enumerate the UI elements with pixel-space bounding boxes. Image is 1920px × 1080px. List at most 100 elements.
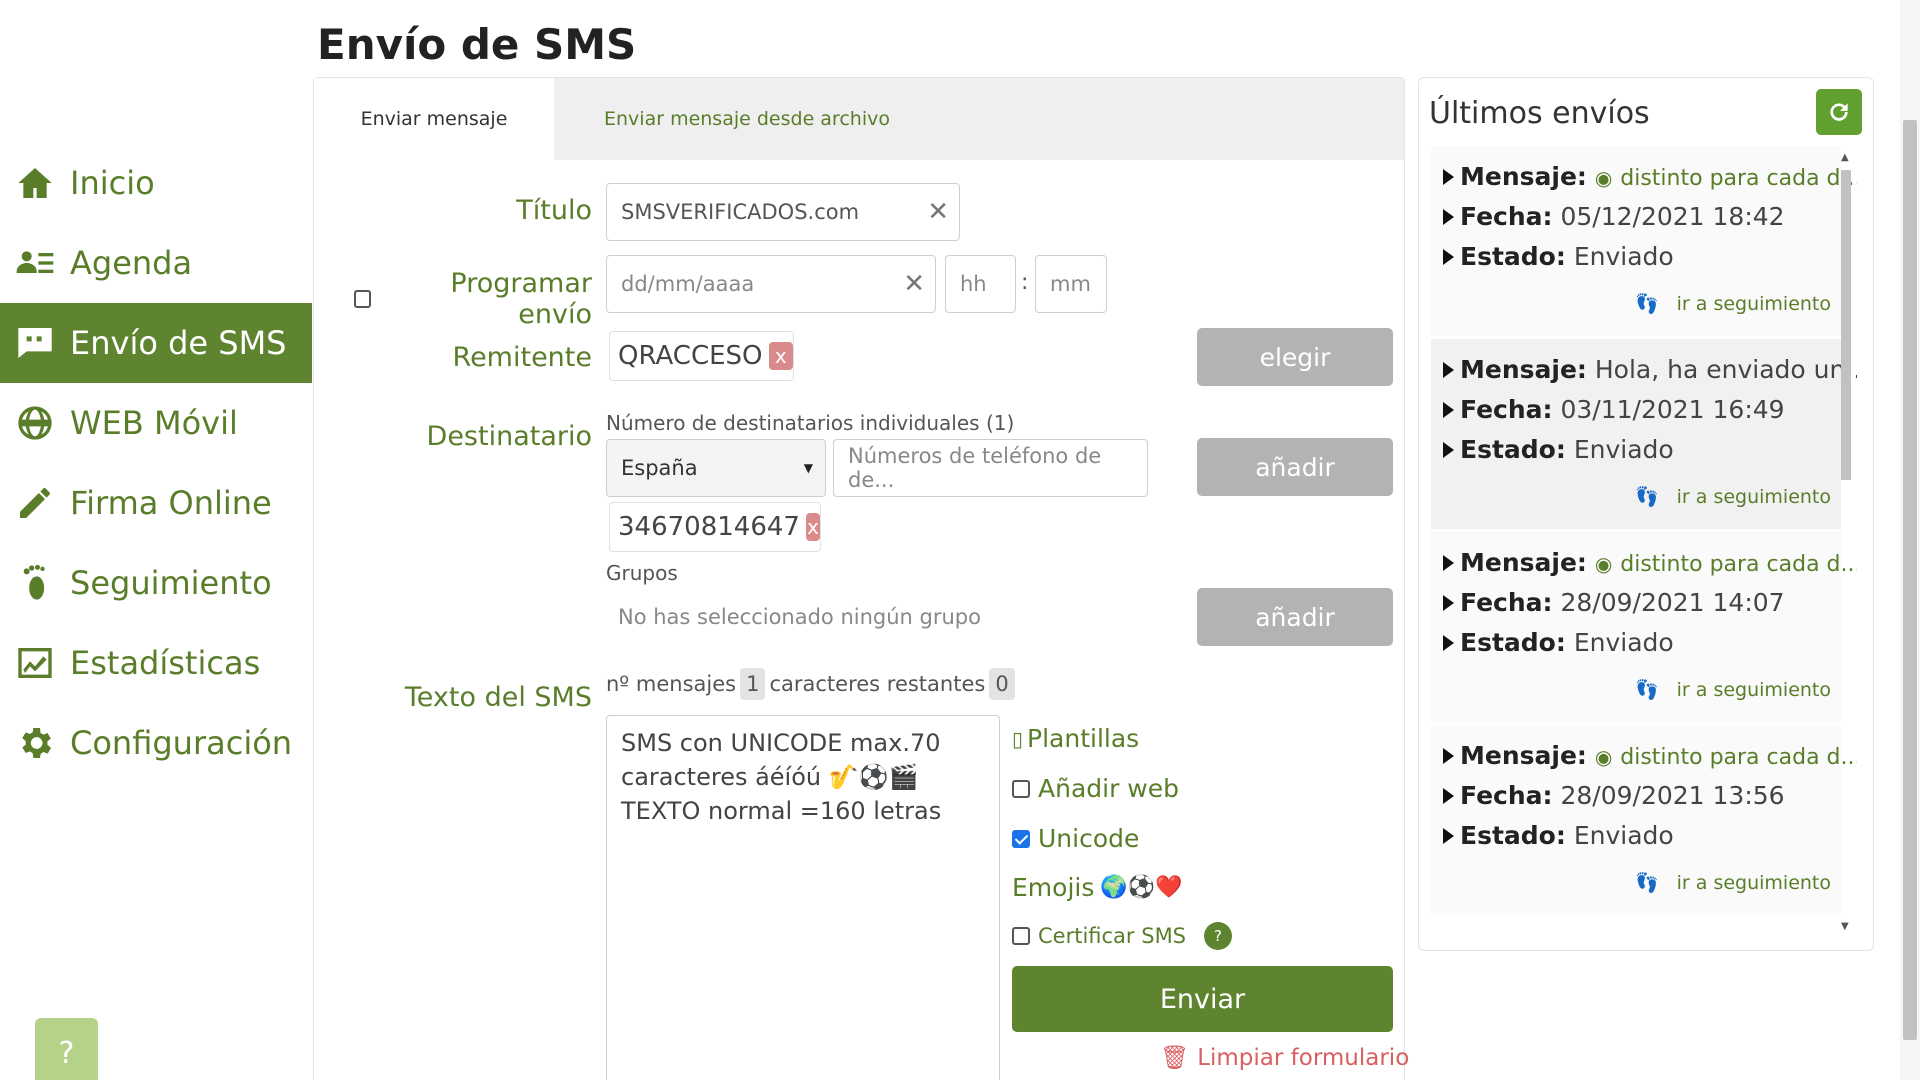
- scroll-thumb[interactable]: [1841, 170, 1851, 480]
- tab-enviar-mensaje[interactable]: Enviar mensaje: [314, 78, 554, 160]
- time-separator: :: [1021, 270, 1029, 295]
- sms-counters: nº mensajes 1 caracteres restantes 0: [606, 668, 1019, 700]
- sender-value: QRACCESO: [618, 341, 763, 371]
- emojis-label: Emojis: [1012, 873, 1095, 902]
- scroll-up-icon[interactable]: ▲: [1841, 152, 1849, 163]
- eye-icon[interactable]: ◉: [1595, 745, 1612, 769]
- send-button[interactable]: Enviar: [1012, 966, 1393, 1032]
- sender-chip: QRACCESO x: [609, 331, 794, 381]
- list-scrollbar[interactable]: ▲ ▼: [1839, 152, 1853, 932]
- add-web-checkbox[interactable]: [1012, 779, 1030, 798]
- phone-input[interactable]: Números de teléfono de de...: [833, 439, 1148, 497]
- footprint-icon: 👣: [1634, 872, 1659, 894]
- recipient-label: Destinatario: [426, 421, 592, 452]
- emojis-preview: 🌍⚽❤️: [1100, 875, 1183, 900]
- globe-icon: [14, 402, 56, 444]
- chevron-down-icon: ▼: [803, 461, 813, 475]
- recipient-chip: 34670814647 x: [609, 502, 821, 552]
- sidebar-item-agenda[interactable]: Agenda: [0, 223, 312, 303]
- clear-icon[interactable]: ✕: [927, 197, 949, 227]
- certify-label: Certificar SMS: [1038, 924, 1187, 948]
- pencil-icon: [14, 482, 56, 524]
- sender-label: Remitente: [452, 342, 592, 373]
- tracking-link[interactable]: 👣 ir a seguimiento: [1634, 292, 1831, 316]
- unicode-checkbox[interactable]: [1012, 829, 1030, 848]
- sidebar-item-firma-online[interactable]: Firma Online: [0, 463, 312, 543]
- groups-empty-text: No has seleccionado ningún grupo: [618, 605, 981, 629]
- date-placeholder: dd/mm/aaaa: [621, 272, 755, 296]
- certify-checkbox[interactable]: [1012, 927, 1030, 945]
- groups-label: Grupos: [606, 561, 678, 585]
- title-value: SMSVERIFICADOS.com: [621, 200, 860, 224]
- sidebar-item-envio-sms[interactable]: Envío de SMS: [0, 303, 312, 383]
- sms-text-label: Texto del SMS: [404, 682, 592, 713]
- country-value: España: [621, 456, 698, 480]
- sidebar-item-label: Firma Online: [70, 484, 272, 522]
- tracking-link[interactable]: 👣 ir a seguimiento: [1634, 871, 1831, 895]
- page-title: Envío de SMS: [317, 20, 637, 69]
- minute-input[interactable]: mm: [1035, 255, 1107, 313]
- sidebar-item-inicio[interactable]: Inicio: [0, 143, 312, 223]
- page-scroll-thumb[interactable]: [1903, 120, 1917, 1040]
- certify-option[interactable]: Certificar SMS ?: [1012, 922, 1233, 950]
- sidebar-item-seguimiento[interactable]: Seguimiento: [0, 543, 312, 623]
- sms-line: caracteres áéíóú 🎷⚽🎬: [621, 763, 919, 791]
- footprint-icon: 👣: [1634, 293, 1659, 315]
- phone-placeholder: Números de teléfono de de...: [848, 444, 1102, 492]
- sms-line: SMS con UNICODE max.70: [621, 729, 941, 757]
- sidebar-item-web-movil[interactable]: WEB Móvil: [0, 383, 312, 463]
- sidebar-item-label: Seguimiento: [70, 564, 272, 602]
- templates-link[interactable]: ▯ Plantillas: [1012, 724, 1139, 753]
- remaining-count: 0: [989, 668, 1015, 700]
- help-button[interactable]: ?: [35, 1018, 98, 1080]
- eye-icon[interactable]: ◉: [1595, 552, 1612, 576]
- gear-icon: [14, 722, 56, 764]
- page-scrollbar[interactable]: [1900, 0, 1920, 1080]
- title-label: Título: [516, 195, 592, 226]
- scroll-down-icon[interactable]: ▼: [1841, 921, 1849, 932]
- clear-form-label: Limpiar formulario: [1197, 1044, 1410, 1071]
- unicode-option[interactable]: Unicode: [1012, 824, 1139, 853]
- sidebar-item-label: Estadísticas: [70, 644, 261, 682]
- list-item: Mensaje: ◉ distinto para cada d... Fecha…: [1431, 532, 1857, 722]
- hour-input[interactable]: hh: [945, 255, 1016, 313]
- sidebar-item-label: Inicio: [70, 164, 155, 202]
- trash-icon: 🗑: [1160, 1045, 1190, 1071]
- recipient-value: 34670814647: [618, 512, 800, 542]
- refresh-icon: [1830, 103, 1848, 121]
- unicode-label: Unicode: [1038, 824, 1140, 853]
- recent-sends-list[interactable]: Mensaje: ◉ distinto para cada d... Fecha…: [1431, 146, 1857, 934]
- eye-icon[interactable]: ◉: [1595, 166, 1612, 190]
- clear-icon[interactable]: ✕: [903, 269, 925, 299]
- minute-placeholder: mm: [1050, 272, 1091, 296]
- add-web-option[interactable]: Añadir web: [1012, 774, 1179, 803]
- sidebar-item-label: WEB Móvil: [70, 404, 238, 442]
- clear-form-link[interactable]: 🗑 Limpiar formulario: [1160, 1044, 1410, 1072]
- add-recipient-button[interactable]: añadir: [1197, 438, 1393, 496]
- tracking-link[interactable]: 👣 ir a seguimiento: [1635, 678, 1831, 702]
- title-input[interactable]: SMSVERIFICADOS.com ✕: [606, 183, 960, 241]
- schedule-checkbox[interactable]: [354, 290, 372, 308]
- individual-count-text: Número de destinatarios individuales (1): [606, 411, 1015, 435]
- sidebar-item-configuracion[interactable]: Configuración: [0, 703, 312, 783]
- country-select[interactable]: España ▼: [606, 439, 826, 497]
- tab-enviar-desde-archivo[interactable]: Enviar mensaje desde archivo: [604, 78, 890, 160]
- choose-sender-button[interactable]: elegir: [1197, 328, 1393, 386]
- help-icon[interactable]: ?: [1204, 922, 1233, 950]
- emojis-option[interactable]: Emojis 🌍⚽❤️: [1012, 873, 1183, 902]
- messages-count: 1: [740, 668, 766, 700]
- remove-sender-button[interactable]: x: [768, 342, 793, 370]
- refresh-button[interactable]: [1816, 89, 1862, 135]
- sms-textarea[interactable]: SMS con UNICODE max.70 caracteres áéíóú …: [606, 715, 1000, 1080]
- remaining-label: caracteres restantes: [769, 672, 986, 696]
- add-web-label: Añadir web: [1038, 774, 1180, 803]
- recent-sends-panel: Últimos envíos Mensaje: ◉ distinto para …: [1418, 77, 1874, 951]
- schedule-checkbox-row[interactable]: Programar envío: [354, 268, 592, 330]
- schedule-label: Programar envío: [450, 268, 592, 330]
- date-input[interactable]: dd/mm/aaaa ✕: [606, 255, 936, 313]
- sidebar-item-label: Agenda: [70, 244, 193, 282]
- add-group-button[interactable]: añadir: [1197, 588, 1393, 646]
- sidebar-item-estadisticas[interactable]: Estadísticas: [0, 623, 312, 703]
- remove-recipient-button[interactable]: x: [805, 513, 820, 541]
- tracking-link[interactable]: 👣 ir a seguimiento: [1635, 485, 1831, 509]
